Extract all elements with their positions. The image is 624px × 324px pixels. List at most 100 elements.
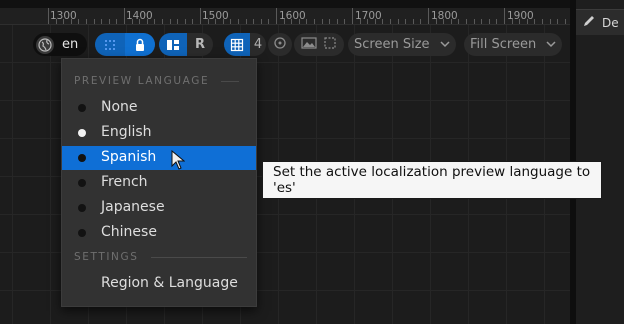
ruler-tick [306,19,308,24]
snap-button[interactable] [268,33,292,56]
ruler-tick [390,19,391,24]
ruler-tick [359,19,361,24]
ruler-tick [48,8,49,24]
pencil-icon [582,14,596,31]
r-toggle[interactable]: R [187,37,213,52]
menu-item-japanese[interactable]: Japanese [62,196,256,220]
fill-screen-dropdown[interactable]: Fill Screen [464,33,562,56]
ruler-tick [238,19,239,24]
screen-size-dropdown[interactable]: Screen Size [348,33,456,56]
lock-toggle-group [95,33,155,56]
ruler-tick [162,19,163,24]
ruler-tick [367,19,369,24]
menu-item-label: Region & Language [101,275,238,291]
ruler-tick [222,19,224,24]
language-code: en [62,37,79,52]
section-header-label: PREVIEW LANGUAGE [74,75,210,87]
ruler-tick [352,8,353,24]
menu-item-label: Japanese [101,199,165,215]
menu-item-region-language[interactable]: Region & Language [62,272,256,296]
ruler-tick [291,19,293,24]
ruler-tick [276,8,277,24]
ruler-tick [488,19,490,24]
menu-item-french[interactable]: French [62,171,256,195]
ruler-tick [215,19,217,24]
layout-icon[interactable] [159,33,187,56]
view-options-group [294,33,344,56]
menu-item-english[interactable]: English [62,121,256,145]
section-header-label: SETTINGS [74,251,139,263]
grid-count[interactable]: 4 [250,37,266,52]
ruler-tick [268,19,270,24]
respect-locks-group: R [159,33,213,56]
ruler-tick [78,19,80,24]
section-header-preview-language: PREVIEW LANGUAGE [74,75,240,87]
preview-language-menu: PREVIEW LANGUAGE None English Spanish Fr… [61,58,257,307]
ruler-tick [86,19,87,24]
ruler-tick [511,19,513,24]
radio-dot [78,104,86,112]
preview-language-button[interactable]: en [33,33,87,56]
horizontal-ruler: 1300 1400 1500 1600 1700 1800 1900 [0,8,570,25]
grid-icon[interactable] [224,33,250,56]
outline-icon[interactable] [323,35,337,54]
divider [150,256,247,258]
mouse-cursor-icon [171,149,186,174]
chevron-down-icon [546,37,556,52]
fill-screen-label: Fill Screen [470,37,537,52]
snap-icon [273,35,287,54]
ruler-tick [55,19,57,24]
tooltip-text: Set the active localization preview lang… [273,164,591,196]
ruler-tick [70,19,72,24]
ruler-tick [382,19,384,24]
ruler-tick [519,19,521,24]
grid-snap-group: 4 [224,33,266,56]
ruler-tick [397,19,399,24]
ruler-tick [374,19,376,24]
menu-item-spanish[interactable]: Spanish [62,146,256,170]
ruler-tick [557,19,559,24]
ruler-tick [207,19,209,24]
ruler-tick [146,19,148,24]
menu-item-none[interactable]: None [62,96,256,120]
radio-dot [78,179,86,187]
ruler-tick [336,19,338,24]
ruler-tick [435,19,437,24]
menu-item-chinese[interactable]: Chinese [62,221,256,245]
details-tab[interactable]: De [576,9,624,35]
menu-item-label: Chinese [101,224,157,240]
ruler-tick [93,19,95,24]
section-header-settings: SETTINGS [74,251,247,263]
ruler-tick [192,19,194,24]
radio-dot [78,229,86,237]
ruler-tick [169,19,171,24]
ruler-tick [443,19,445,24]
ruler-tick [458,19,460,24]
radio-dot [78,204,86,212]
ruler-tick [154,19,156,24]
image-icon[interactable] [301,35,317,54]
ruler-tick [283,19,285,24]
dots-grid-toggle[interactable] [95,33,125,56]
top-strip [0,0,570,8]
ruler-tick [405,19,407,24]
ruler-tick [108,19,110,24]
ruler-tick [564,19,566,24]
ruler-tick [420,19,422,24]
ruler-tick [116,19,118,24]
ruler-tick [329,19,331,24]
ruler-tick [131,19,133,24]
ruler-tick [504,8,505,24]
ruler-tick [450,19,452,24]
ruler-tick [101,19,103,24]
menu-item-label: English [101,124,152,140]
ruler-tick [260,19,262,24]
ruler-tick [473,19,475,24]
ruler-tick [321,19,323,24]
menu-item-label: Spanish [101,149,157,165]
menu-item-label: French [101,174,148,190]
ruler-tick [245,19,247,24]
lock-icon[interactable] [125,33,155,56]
ruler-tick [63,19,65,24]
ruler-tick [344,19,346,24]
